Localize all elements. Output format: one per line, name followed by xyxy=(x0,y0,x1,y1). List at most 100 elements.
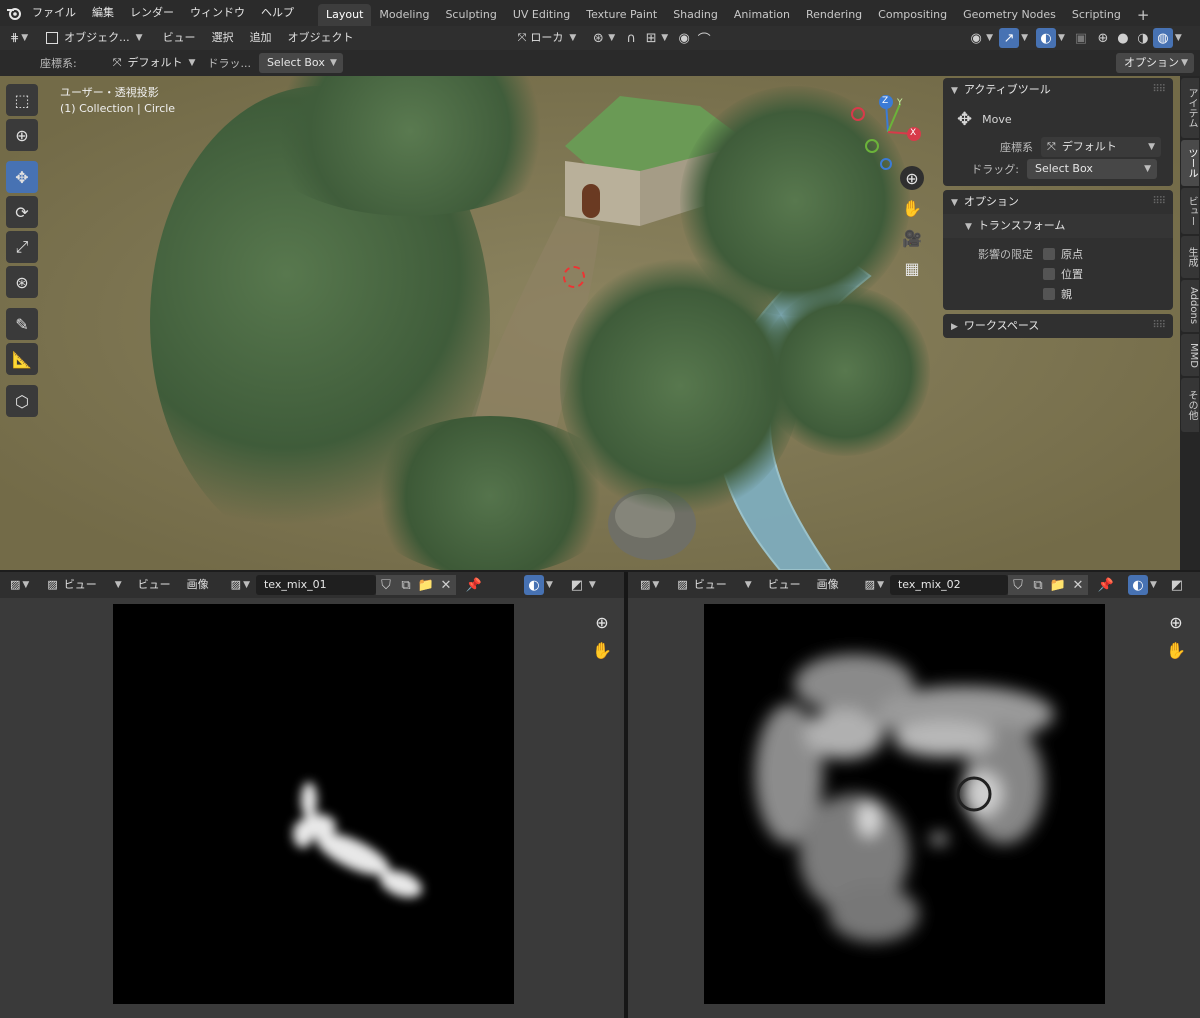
close-image-icon[interactable]: ✕ xyxy=(1067,575,1088,595)
add-workspace-button[interactable]: + xyxy=(1129,4,1158,26)
tab-compositing[interactable]: Compositing xyxy=(870,4,955,26)
snap-magnet-icon[interactable]: ∩ xyxy=(621,28,641,48)
fake-user-shield-icon[interactable]: ⛉ xyxy=(1007,575,1028,595)
zoom-icon[interactable]: ⊕ xyxy=(1164,610,1188,634)
transform-subpanel-header[interactable]: ▼ トランスフォーム xyxy=(943,214,1173,238)
menu-image[interactable]: 画像 xyxy=(811,575,845,595)
drag-select[interactable]: Select Box ▼ xyxy=(1027,159,1157,179)
tab-shading[interactable]: Shading xyxy=(665,4,726,26)
pin-icon[interactable]: 📌 xyxy=(1096,575,1116,595)
snap-target-icon[interactable]: ⊞ xyxy=(641,28,661,48)
image-view-select[interactable]: ▨ ビュー ▼ xyxy=(671,575,757,595)
affect-origin-checkbox[interactable] xyxy=(1043,248,1055,260)
tab-view[interactable]: ビュー xyxy=(1181,188,1199,234)
tab-tool[interactable]: ツール xyxy=(1181,140,1199,186)
shading-material-icon[interactable]: ◑ xyxy=(1133,28,1153,48)
navigation-gizmo[interactable]: Z Y X xyxy=(850,94,926,170)
texture-image-2[interactable] xyxy=(704,604,1105,1004)
drag-select[interactable]: Select Box ▼ xyxy=(258,53,343,73)
tab-layout[interactable]: Layout xyxy=(318,3,372,26)
drag-grip-icon[interactable]: ⠿⠿ xyxy=(1152,314,1166,338)
pivot-point-icon[interactable]: ⊛ xyxy=(588,28,608,48)
image-name-field[interactable]: tex_mix_02 xyxy=(889,575,1008,595)
image-editor-1-canvas[interactable]: ⊕ ✋ xyxy=(0,598,624,1018)
tab-animation[interactable]: Animation xyxy=(726,4,798,26)
open-folder-icon[interactable]: 📁 xyxy=(1047,575,1068,595)
editor-type-button[interactable]: ⋕ ▼ xyxy=(4,28,34,48)
affect-location-checkbox[interactable] xyxy=(1043,268,1055,280)
transform-orientation-select[interactable]: ⤧ ローカ ▼ xyxy=(512,28,583,48)
3d-cursor-icon[interactable] xyxy=(563,266,585,288)
menu-window[interactable]: ウィンドウ xyxy=(182,0,253,26)
tab-misc[interactable]: その他 xyxy=(1181,378,1199,432)
tab-mmd[interactable]: MMD xyxy=(1181,334,1199,376)
display-channels-icon[interactable]: ◩ xyxy=(567,575,587,595)
image-view-select[interactable]: ▨ ビュー ▼ xyxy=(41,575,127,595)
texture-image-1[interactable] xyxy=(113,604,514,1004)
move-tool[interactable]: ✥ xyxy=(6,161,38,193)
tab-sculpting[interactable]: Sculpting xyxy=(437,4,504,26)
annotate-tool[interactable]: ✎ xyxy=(6,308,38,340)
proportional-edit-icon[interactable]: ◉ xyxy=(674,28,694,48)
shading-solid-icon[interactable]: ● xyxy=(1113,28,1133,48)
menu-render[interactable]: レンダー xyxy=(122,0,182,26)
rotate-tool[interactable]: ⟳ xyxy=(6,196,38,228)
image-browse-button[interactable]: ▨ ▼ xyxy=(225,575,256,595)
tab-modeling[interactable]: Modeling xyxy=(371,4,437,26)
drag-grip-icon[interactable]: ⠿⠿ xyxy=(1152,190,1166,214)
scale-tool[interactable]: ⤢ xyxy=(6,231,38,263)
pan-hand-icon[interactable]: ✋ xyxy=(590,638,614,662)
workspace-header[interactable]: ▶ ワークスペース ⠿⠿ xyxy=(943,314,1173,338)
tab-rendering[interactable]: Rendering xyxy=(798,4,870,26)
coord-select[interactable]: ⤧ デフォルト ▼ xyxy=(1041,137,1161,157)
add-cube-tool[interactable]: ⬡ xyxy=(6,385,38,417)
options-dropdown[interactable]: オプション ▼ xyxy=(1116,53,1194,73)
menu-add[interactable]: 追加 xyxy=(244,28,278,48)
tab-item[interactable]: アイテム xyxy=(1181,78,1199,138)
mode-select[interactable]: オブジェク... ▼ xyxy=(40,28,148,48)
menu-help[interactable]: ヘルプ xyxy=(253,0,302,26)
tab-texture-paint[interactable]: Texture Paint xyxy=(578,4,665,26)
cursor-tool[interactable]: ⊕ xyxy=(6,119,38,151)
gizmo-toggle-icon[interactable]: ↗ xyxy=(999,28,1020,48)
falloff-curve-icon[interactable]: ⌒ xyxy=(694,28,714,48)
menu-file[interactable]: ファイル xyxy=(24,0,84,26)
shading-rendered-icon[interactable]: ◍ xyxy=(1152,28,1173,48)
display-channels-icon[interactable]: ◩ xyxy=(1167,575,1187,595)
affect-parent-checkbox[interactable] xyxy=(1043,288,1055,300)
zoom-icon[interactable]: ⊕ xyxy=(590,610,614,634)
camera-view-icon[interactable]: 🎥 xyxy=(900,226,924,250)
measure-tool[interactable]: 📐 xyxy=(6,343,38,375)
open-folder-icon[interactable]: 📁 xyxy=(415,575,436,595)
overlay-toggle-icon[interactable]: ◐ xyxy=(523,575,544,595)
coord-system-select[interactable]: ⤧ デフォルト ▼ xyxy=(107,53,202,73)
menu-image[interactable]: 画像 xyxy=(181,575,215,595)
menu-select[interactable]: 選択 xyxy=(206,28,240,48)
pan-hand-icon[interactable]: ✋ xyxy=(1164,638,1188,662)
duplicate-image-icon[interactable]: ⧉ xyxy=(1027,575,1048,595)
blender-logo-icon[interactable] xyxy=(4,3,24,23)
transform-tool[interactable]: ⊛ xyxy=(6,266,38,298)
editor-type-button[interactable]: ▨ ▼ xyxy=(634,575,665,595)
tab-scripting[interactable]: Scripting xyxy=(1064,4,1129,26)
editor-type-button[interactable]: ▨ ▼ xyxy=(4,575,35,595)
menu-view[interactable]: ビュー xyxy=(132,575,177,595)
menu-edit[interactable]: 編集 xyxy=(84,0,122,26)
shading-wireframe-icon[interactable]: ⊕ xyxy=(1093,28,1113,48)
active-tool-header[interactable]: ▼ アクティブツール ⠿⠿ xyxy=(943,78,1173,102)
menu-object[interactable]: オブジェクト xyxy=(282,28,360,48)
options-header[interactable]: ▼ オプション ⠿⠿ xyxy=(943,190,1173,214)
image-editor-2-canvas[interactable]: ⊕ ✋ xyxy=(628,598,1200,1018)
pan-hand-icon[interactable]: ✋ xyxy=(900,196,924,220)
visibility-eye-icon[interactable]: ◉ xyxy=(966,28,986,48)
perspective-grid-icon[interactable]: ▦ xyxy=(900,256,924,280)
pin-icon[interactable]: 📌 xyxy=(464,575,484,595)
close-image-icon[interactable]: ✕ xyxy=(435,575,456,595)
tab-addons[interactable]: Addons xyxy=(1181,280,1199,332)
menu-view[interactable]: ビュー xyxy=(762,575,807,595)
overlay-toggle-icon[interactable]: ◐ xyxy=(1127,575,1148,595)
drag-grip-icon[interactable]: ⠿⠿ xyxy=(1152,78,1166,102)
fake-user-shield-icon[interactable]: ⛉ xyxy=(375,575,396,595)
image-name-field[interactable]: tex_mix_01 xyxy=(255,575,376,595)
tab-geometry-nodes[interactable]: Geometry Nodes xyxy=(955,4,1064,26)
